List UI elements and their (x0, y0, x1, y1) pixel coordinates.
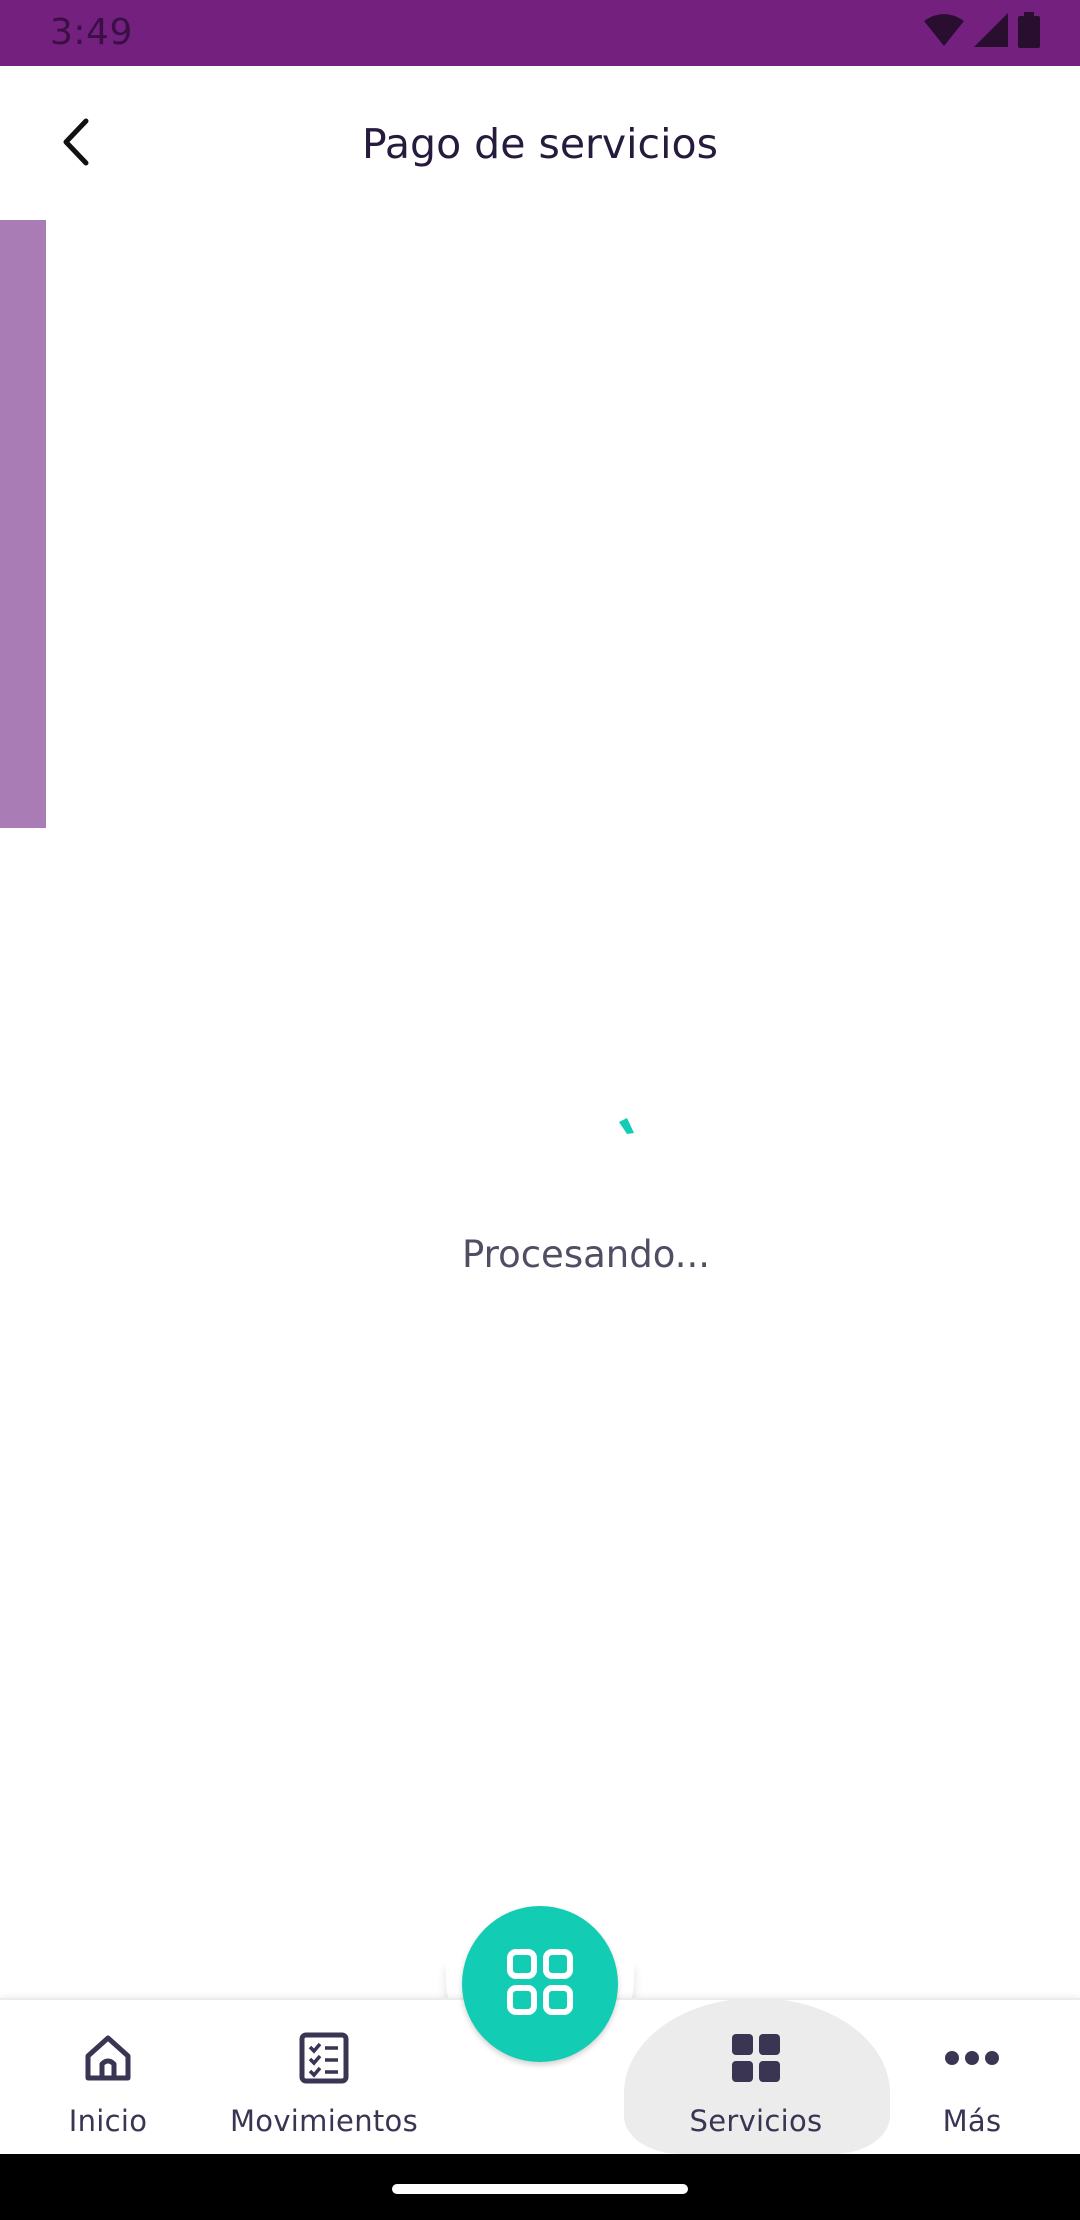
app-bar: Pago de servicios (0, 66, 1080, 220)
loading-spinner (617, 1116, 637, 1136)
home-icon (78, 2028, 138, 2088)
screen: 3:49 Pago de servicios Procesando... Ini… (0, 0, 1080, 2220)
nav-label-inicio: Inicio (68, 2104, 148, 2138)
grid-icon (726, 2028, 786, 2088)
status-bar: 3:49 (0, 0, 1080, 66)
side-drawer-handle (0, 220, 46, 828)
status-icons (924, 12, 1040, 52)
qr-scan-fab[interactable] (462, 1906, 618, 2062)
nav-item-inicio[interactable]: Inicio (8, 2020, 208, 2140)
nav-item-servicios[interactable]: Servicios (656, 2020, 856, 2140)
more-horizontal-icon (942, 2028, 1002, 2088)
system-nav-bar (0, 2154, 1080, 2220)
page-title: Pago de servicios (362, 120, 718, 168)
wifi-icon (924, 13, 964, 51)
cell-signal-icon (974, 13, 1008, 51)
nav-item-movimientos[interactable]: Movimientos (224, 2020, 424, 2140)
nav-label-mas: Más (942, 2104, 1002, 2138)
nav-label-movimientos: Movimientos (229, 2104, 419, 2138)
battery-icon (1018, 12, 1040, 52)
checklist-icon (294, 2028, 354, 2088)
qr-scan-icon (507, 1949, 573, 2019)
nav-label-servicios: Servicios (689, 2104, 823, 2138)
home-gesture-handle[interactable] (392, 2184, 688, 2194)
status-time: 3:49 (50, 12, 133, 53)
nav-item-mas[interactable]: Más (872, 2020, 1072, 2140)
processing-text: Procesando... (462, 1233, 710, 1276)
